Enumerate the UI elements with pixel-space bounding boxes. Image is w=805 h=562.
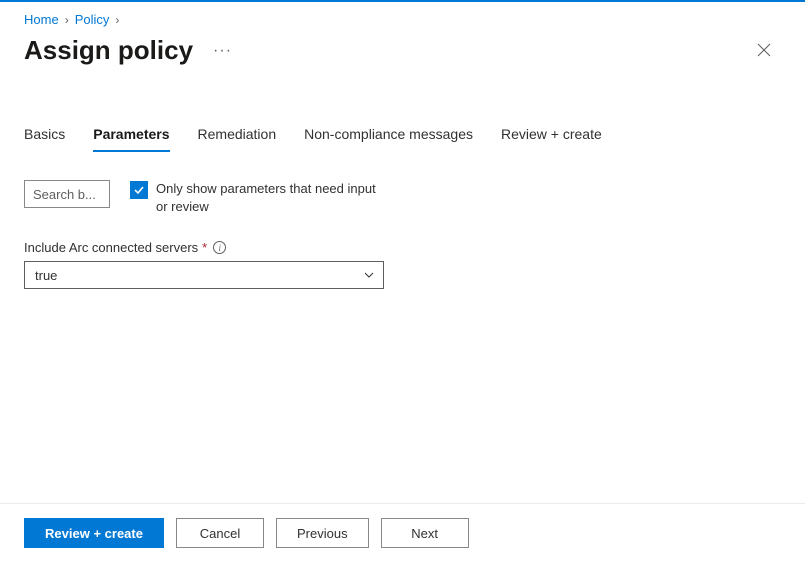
- review-create-button[interactable]: Review + create: [24, 518, 164, 548]
- tab-basics[interactable]: Basics: [24, 120, 65, 152]
- tabs: Basics Parameters Remediation Non-compli…: [24, 120, 781, 152]
- tab-parameters[interactable]: Parameters: [93, 120, 169, 152]
- more-actions-button[interactable]: ···: [209, 40, 236, 62]
- field-label: Include Arc connected servers: [24, 240, 198, 255]
- tab-review-create[interactable]: Review + create: [501, 120, 602, 152]
- close-icon: [757, 43, 771, 57]
- tab-remediation[interactable]: Remediation: [198, 120, 277, 152]
- filter-checkbox-group: Only show parameters that need input or …: [130, 180, 380, 216]
- parameter-field: Include Arc connected servers * i true: [24, 240, 781, 289]
- parameter-select-value: true: [35, 268, 57, 283]
- page-title: Assign policy: [24, 35, 193, 66]
- breadcrumb-link-policy[interactable]: Policy: [75, 12, 110, 27]
- tab-non-compliance-messages[interactable]: Non-compliance messages: [304, 120, 473, 152]
- filter-checkbox[interactable]: [130, 181, 148, 199]
- controls-row: Only show parameters that need input or …: [24, 180, 781, 216]
- title-left: Assign policy ···: [24, 35, 236, 66]
- title-row: Assign policy ···: [24, 35, 781, 66]
- previous-button[interactable]: Previous: [276, 518, 369, 548]
- filter-checkbox-label: Only show parameters that need input or …: [156, 180, 380, 216]
- next-button[interactable]: Next: [381, 518, 469, 548]
- parameter-select[interactable]: true: [24, 261, 384, 289]
- cancel-button[interactable]: Cancel: [176, 518, 264, 548]
- chevron-down-icon: [363, 269, 375, 281]
- info-icon[interactable]: i: [213, 241, 226, 254]
- footer: Review + create Cancel Previous Next: [0, 503, 805, 562]
- close-button[interactable]: [751, 36, 777, 66]
- chevron-right-icon: ›: [115, 13, 119, 27]
- breadcrumb-link-home[interactable]: Home: [24, 12, 59, 27]
- header-area: Home › Policy › Assign policy ···: [0, 2, 805, 66]
- content-scroll[interactable]: Basics Parameters Remediation Non-compli…: [0, 100, 805, 500]
- field-label-row: Include Arc connected servers * i: [24, 240, 781, 255]
- required-indicator: *: [202, 240, 207, 255]
- breadcrumb: Home › Policy ›: [24, 12, 781, 27]
- chevron-right-icon: ›: [65, 13, 69, 27]
- checkmark-icon: [133, 184, 145, 196]
- search-input[interactable]: [24, 180, 110, 208]
